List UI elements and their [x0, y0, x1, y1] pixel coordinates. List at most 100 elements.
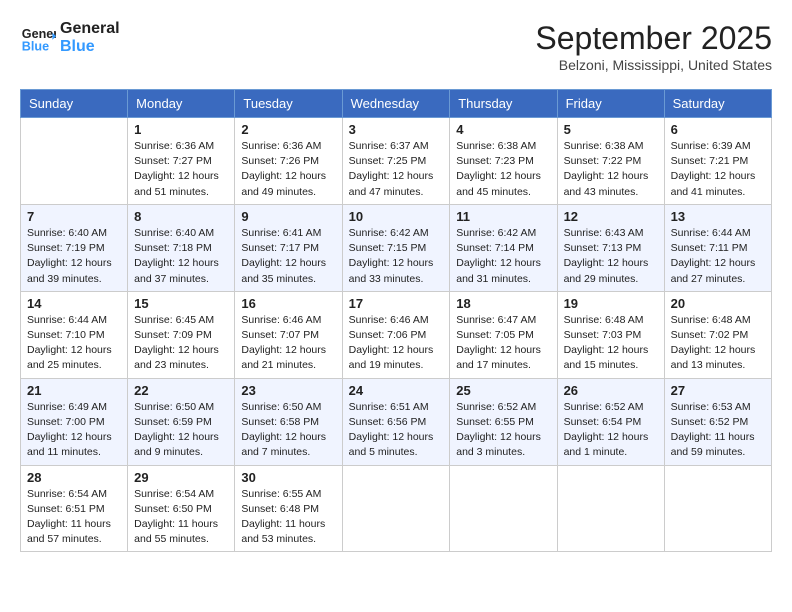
location: Belzoni, Mississippi, United States [535, 57, 772, 73]
day-number: 28 [27, 470, 121, 485]
day-info: Sunrise: 6:44 AM Sunset: 7:11 PM Dayligh… [671, 226, 765, 287]
day-info: Sunrise: 6:55 AM Sunset: 6:48 PM Dayligh… [241, 487, 335, 548]
day-info: Sunrise: 6:42 AM Sunset: 7:14 PM Dayligh… [456, 226, 550, 287]
weekday-header-friday: Friday [557, 90, 664, 118]
day-info: Sunrise: 6:44 AM Sunset: 7:10 PM Dayligh… [27, 313, 121, 374]
day-number: 13 [671, 209, 765, 224]
day-cell: 15 Sunrise: 6:45 AM Sunset: 7:09 PM Dayli… [128, 291, 235, 378]
day-cell: 2 Sunrise: 6:36 AM Sunset: 7:26 PM Daylig… [235, 118, 342, 205]
day-cell [557, 465, 664, 552]
day-number: 2 [241, 122, 335, 137]
week-row-3: 14 Sunrise: 6:44 AM Sunset: 7:10 PM Dayli… [21, 291, 772, 378]
day-info: Sunrise: 6:40 AM Sunset: 7:18 PM Dayligh… [134, 226, 228, 287]
day-info: Sunrise: 6:37 AM Sunset: 7:25 PM Dayligh… [349, 139, 444, 200]
day-cell: 1 Sunrise: 6:36 AM Sunset: 7:27 PM Daylig… [128, 118, 235, 205]
day-info: Sunrise: 6:39 AM Sunset: 7:21 PM Dayligh… [671, 139, 765, 200]
day-info: Sunrise: 6:38 AM Sunset: 7:23 PM Dayligh… [456, 139, 550, 200]
day-info: Sunrise: 6:54 AM Sunset: 6:50 PM Dayligh… [134, 487, 228, 548]
day-number: 12 [564, 209, 658, 224]
day-cell: 26Sunrise: 6:52 AM Sunset: 6:54 PM Dayli… [557, 378, 664, 465]
week-row-2: 7 Sunrise: 6:40 AM Sunset: 7:19 PM Daylig… [21, 204, 772, 291]
day-info: Sunrise: 6:46 AM Sunset: 7:06 PM Dayligh… [349, 313, 444, 374]
day-cell [450, 465, 557, 552]
day-number: 15 [134, 296, 228, 311]
day-number: 19 [564, 296, 658, 311]
day-info: Sunrise: 6:48 AM Sunset: 7:03 PM Dayligh… [564, 313, 658, 374]
day-number: 20 [671, 296, 765, 311]
day-number: 27 [671, 383, 765, 398]
month-title: September 2025 [535, 20, 772, 57]
logo-icon: General Blue [20, 20, 56, 56]
day-cell: 14 Sunrise: 6:44 AM Sunset: 7:10 PM Dayli… [21, 291, 128, 378]
day-info: Sunrise: 6:50 AM Sunset: 6:59 PM Dayligh… [134, 400, 228, 461]
day-info: Sunrise: 6:53 AM Sunset: 6:52 PM Dayligh… [671, 400, 765, 461]
day-number: 21 [27, 383, 121, 398]
day-number: 17 [349, 296, 444, 311]
day-info: Sunrise: 6:36 AM Sunset: 7:26 PM Dayligh… [241, 139, 335, 200]
day-cell: 6 Sunrise: 6:39 AM Sunset: 7:21 PM Daylig… [664, 118, 771, 205]
day-cell: 18 Sunrise: 6:47 AM Sunset: 7:05 PM Dayli… [450, 291, 557, 378]
day-cell: 23 Sunrise: 6:50 AM Sunset: 6:58 PM Dayli… [235, 378, 342, 465]
day-number: 18 [456, 296, 550, 311]
logo-blue: Blue [60, 38, 120, 56]
day-number: 30 [241, 470, 335, 485]
day-cell: 17 Sunrise: 6:46 AM Sunset: 7:06 PM Dayli… [342, 291, 450, 378]
day-number: 16 [241, 296, 335, 311]
day-info: Sunrise: 6:52 AM Sunset: 6:54 PM Dayligh… [564, 400, 658, 461]
day-number: 1 [134, 122, 228, 137]
weekday-header-sunday: Sunday [21, 90, 128, 118]
day-info: Sunrise: 6:36 AM Sunset: 7:27 PM Dayligh… [134, 139, 228, 200]
calendar-table: SundayMondayTuesdayWednesdayThursdayFrid… [20, 89, 772, 552]
day-number: 14 [27, 296, 121, 311]
day-info: Sunrise: 6:46 AM Sunset: 7:07 PM Dayligh… [241, 313, 335, 374]
day-number: 23 [241, 383, 335, 398]
svg-text:Blue: Blue [22, 40, 49, 54]
day-number: 10 [349, 209, 444, 224]
day-cell: 27 Sunrise: 6:53 AM Sunset: 6:52 PM Dayli… [664, 378, 771, 465]
day-info: Sunrise: 6:52 AM Sunset: 6:55 PM Dayligh… [456, 400, 550, 461]
day-cell: 16 Sunrise: 6:46 AM Sunset: 7:07 PM Dayli… [235, 291, 342, 378]
day-cell: 25Sunrise: 6:52 AM Sunset: 6:55 PM Dayli… [450, 378, 557, 465]
day-number: 5 [564, 122, 658, 137]
day-info: Sunrise: 6:50 AM Sunset: 6:58 PM Dayligh… [241, 400, 335, 461]
day-cell [342, 465, 450, 552]
day-cell: 9 Sunrise: 6:41 AM Sunset: 7:17 PM Daylig… [235, 204, 342, 291]
day-number: 4 [456, 122, 550, 137]
day-info: Sunrise: 6:40 AM Sunset: 7:19 PM Dayligh… [27, 226, 121, 287]
day-info: Sunrise: 6:47 AM Sunset: 7:05 PM Dayligh… [456, 313, 550, 374]
day-cell: 8 Sunrise: 6:40 AM Sunset: 7:18 PM Daylig… [128, 204, 235, 291]
day-info: Sunrise: 6:51 AM Sunset: 6:56 PM Dayligh… [349, 400, 444, 461]
day-cell: 11 Sunrise: 6:42 AM Sunset: 7:14 PM Dayli… [450, 204, 557, 291]
week-row-5: 28 Sunrise: 6:54 AM Sunset: 6:51 PM Dayli… [21, 465, 772, 552]
weekday-header-row: SundayMondayTuesdayWednesdayThursdayFrid… [21, 90, 772, 118]
day-cell: 13 Sunrise: 6:44 AM Sunset: 7:11 PM Dayli… [664, 204, 771, 291]
day-cell [21, 118, 128, 205]
day-number: 11 [456, 209, 550, 224]
day-number: 6 [671, 122, 765, 137]
day-info: Sunrise: 6:48 AM Sunset: 7:02 PM Dayligh… [671, 313, 765, 374]
day-cell: 28 Sunrise: 6:54 AM Sunset: 6:51 PM Dayli… [21, 465, 128, 552]
day-info: Sunrise: 6:41 AM Sunset: 7:17 PM Dayligh… [241, 226, 335, 287]
weekday-header-wednesday: Wednesday [342, 90, 450, 118]
day-cell: 7 Sunrise: 6:40 AM Sunset: 7:19 PM Daylig… [21, 204, 128, 291]
week-row-1: 1 Sunrise: 6:36 AM Sunset: 7:27 PM Daylig… [21, 118, 772, 205]
day-info: Sunrise: 6:54 AM Sunset: 6:51 PM Dayligh… [27, 487, 121, 548]
logo-general: General [60, 20, 120, 38]
page-header: General Blue General Blue September 2025… [20, 20, 772, 73]
day-cell: 4 Sunrise: 6:38 AM Sunset: 7:23 PM Daylig… [450, 118, 557, 205]
day-number: 7 [27, 209, 121, 224]
day-cell: 19 Sunrise: 6:48 AM Sunset: 7:03 PM Dayli… [557, 291, 664, 378]
weekday-header-tuesday: Tuesday [235, 90, 342, 118]
day-cell: 12Sunrise: 6:43 AM Sunset: 7:13 PM Dayli… [557, 204, 664, 291]
day-number: 9 [241, 209, 335, 224]
day-info: Sunrise: 6:49 AM Sunset: 7:00 PM Dayligh… [27, 400, 121, 461]
day-cell: 24Sunrise: 6:51 AM Sunset: 6:56 PM Dayli… [342, 378, 450, 465]
day-info: Sunrise: 6:45 AM Sunset: 7:09 PM Dayligh… [134, 313, 228, 374]
day-cell: 29Sunrise: 6:54 AM Sunset: 6:50 PM Dayli… [128, 465, 235, 552]
weekday-header-saturday: Saturday [664, 90, 771, 118]
day-number: 8 [134, 209, 228, 224]
week-row-4: 21 Sunrise: 6:49 AM Sunset: 7:00 PM Dayli… [21, 378, 772, 465]
day-cell: 22Sunrise: 6:50 AM Sunset: 6:59 PM Dayli… [128, 378, 235, 465]
day-cell: 30 Sunrise: 6:55 AM Sunset: 6:48 PM Dayli… [235, 465, 342, 552]
day-cell: 20 Sunrise: 6:48 AM Sunset: 7:02 PM Dayli… [664, 291, 771, 378]
